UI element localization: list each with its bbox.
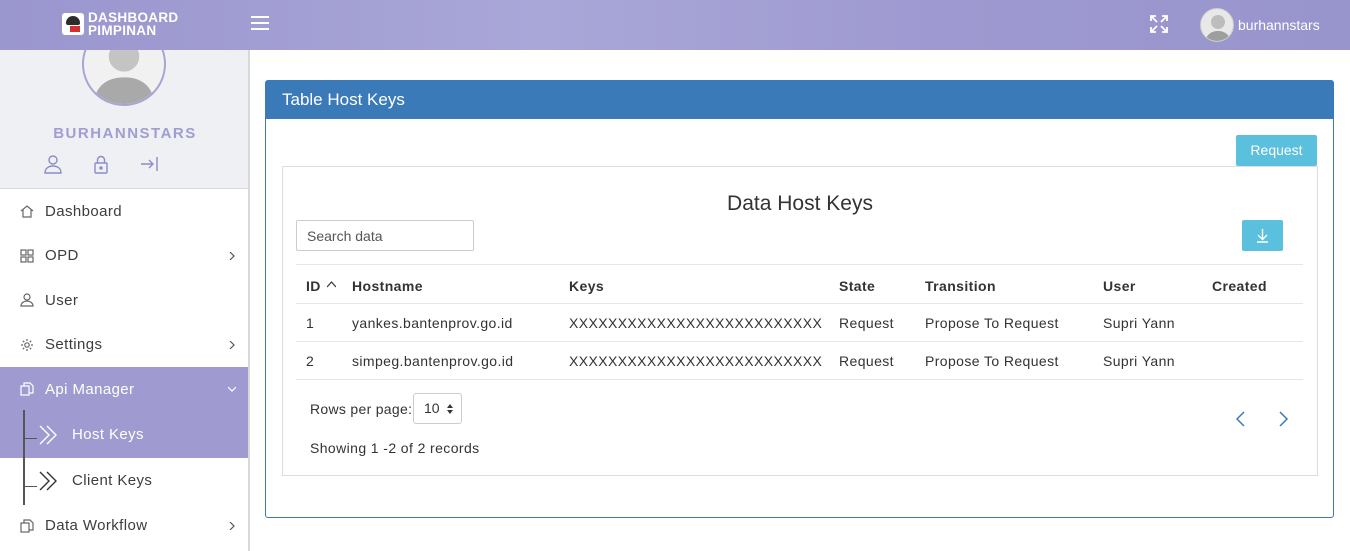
cell-transition: Propose To Request xyxy=(925,341,1103,380)
top-bar: DASHBOARD PIMPINAN burhannstars xyxy=(0,0,1350,50)
sidebar-item-dashboard[interactable]: Dashboard xyxy=(0,189,248,234)
download-button[interactable] xyxy=(1242,220,1283,251)
lock-icon[interactable] xyxy=(91,154,111,174)
sidebar-item-label: User xyxy=(45,291,79,309)
main-content: Table Host Keys Request Data Host Keys I… xyxy=(252,50,1350,551)
logo-icon xyxy=(62,13,84,35)
cell-keys: XXXXXXXXXXXXXXXXXXXXXXXXXX xyxy=(569,341,839,380)
user-menu[interactable]: burhannstars xyxy=(1200,8,1320,42)
cell-state: Request xyxy=(839,341,925,380)
table-row[interactable]: 1 yankes.bantenprov.go.id XXXXXXXXXXXXXX… xyxy=(296,303,1303,342)
sidebar-item-label: Dashboard xyxy=(45,202,122,220)
column-header-created[interactable]: Created xyxy=(1212,264,1303,304)
cell-hostname: simpeg.bantenprov.go.id xyxy=(352,341,569,380)
cell-hostname: yankes.bantenprov.go.id xyxy=(352,303,569,342)
table-row[interactable]: 2 simpeg.bantenprov.go.id XXXXXXXXXXXXXX… xyxy=(296,341,1303,380)
rows-per-page-value: 10 xyxy=(424,400,440,416)
cell-id: 1 xyxy=(296,303,352,342)
profile-panel: BURHANNSTARS xyxy=(0,50,248,189)
column-header-state[interactable]: State xyxy=(839,264,925,304)
sidebar-subitem-label: Client Keys xyxy=(72,472,153,489)
grid-icon xyxy=(20,249,34,263)
profile-user-icon[interactable] xyxy=(43,154,63,174)
chevron-down-icon xyxy=(228,386,236,393)
sidebar-subitem-client-keys[interactable]: Client Keys xyxy=(0,458,248,504)
copy-icon xyxy=(20,382,34,396)
column-header-transition[interactable]: Transition xyxy=(925,264,1103,304)
avatar xyxy=(1200,8,1234,42)
sidebar-item-label: Settings xyxy=(45,336,103,354)
user-icon xyxy=(20,293,34,307)
sidebar-menu: Dashboard OPD User Settings Api Manager … xyxy=(0,189,248,548)
column-header-user[interactable]: User xyxy=(1103,264,1212,304)
profile-name: BURHANNSTARS xyxy=(53,125,197,142)
tree-line xyxy=(23,410,25,505)
table-header-row: ID Hostname Keys State Transition User C… xyxy=(296,264,1303,304)
cell-keys: XXXXXXXXXXXXXXXXXXXXXXXXXX xyxy=(569,303,839,342)
host-keys-card: Table Host Keys Request Data Host Keys I… xyxy=(265,80,1334,518)
cell-created xyxy=(1212,341,1303,380)
records-summary: Showing 1 -2 of 2 records xyxy=(310,440,480,456)
chevron-left-icon[interactable] xyxy=(1234,411,1248,427)
rows-per-page-label: Rows per page: xyxy=(310,401,413,417)
cell-id: 2 xyxy=(296,341,352,380)
double-chevron-icon xyxy=(39,425,57,444)
sort-caret-icon xyxy=(447,404,453,414)
tree-branch xyxy=(23,486,37,487)
cell-transition: Propose To Request xyxy=(925,303,1103,342)
search-input[interactable] xyxy=(296,220,474,251)
rows-per-page-select[interactable]: 10 xyxy=(413,393,462,424)
panel-title: Data Host Keys xyxy=(727,192,873,215)
card-title: Table Host Keys xyxy=(266,81,1333,119)
sidebar-item-settings[interactable]: Settings xyxy=(0,323,248,368)
cell-created xyxy=(1212,303,1303,342)
download-icon xyxy=(1257,229,1268,243)
chevron-right-icon xyxy=(229,521,235,530)
sidebar-subitem-host-keys[interactable]: Host Keys xyxy=(0,411,248,458)
sidebar-item-label: Data Workflow xyxy=(45,517,148,535)
column-header-hostname[interactable]: Hostname xyxy=(352,264,569,304)
cell-state: Request xyxy=(839,303,925,342)
logo-line-2: PIMPINAN xyxy=(88,23,157,38)
profile-avatar xyxy=(82,50,166,106)
sidebar-item-label: OPD xyxy=(45,247,79,265)
home-icon xyxy=(20,205,34,218)
sidebar-subitem-label: Host Keys xyxy=(72,426,144,443)
username: burhannstars xyxy=(1238,17,1320,33)
logout-icon[interactable] xyxy=(139,154,159,174)
sidebar-item-user[interactable]: User xyxy=(0,278,248,323)
sidebar-item-data-workflow[interactable]: Data Workflow xyxy=(0,504,248,549)
chevron-right-icon[interactable] xyxy=(1276,411,1290,427)
sidebar-item-api-manager[interactable]: Api Manager xyxy=(0,367,248,412)
request-button[interactable]: Request xyxy=(1236,135,1317,166)
sidebar-item-label: Api Manager xyxy=(45,380,135,398)
copy-icon xyxy=(20,519,34,533)
sidebar-item-opd[interactable]: OPD xyxy=(0,234,248,279)
app-logo[interactable]: DASHBOARD PIMPINAN xyxy=(62,11,178,37)
fullscreen-icon[interactable] xyxy=(1149,14,1169,34)
column-header-id[interactable]: ID xyxy=(296,264,352,304)
tree-branch xyxy=(23,438,37,439)
double-chevron-icon xyxy=(39,471,57,490)
menu-toggle-icon[interactable] xyxy=(251,16,269,30)
gear-icon xyxy=(21,338,33,351)
chevron-right-icon xyxy=(229,251,235,260)
column-header-keys[interactable]: Keys xyxy=(569,264,839,304)
data-panel: Data Host Keys ID Hostname Keys State Tr… xyxy=(282,166,1318,476)
host-keys-table: ID Hostname Keys State Transition User C… xyxy=(296,264,1303,380)
cell-user: Supri Yann xyxy=(1103,303,1212,342)
cell-user: Supri Yann xyxy=(1103,341,1212,380)
sort-ascending-icon xyxy=(326,281,336,288)
sidebar: BURHANNSTARS Dashboard OPD User Settings xyxy=(0,50,250,551)
chevron-right-icon xyxy=(229,340,235,349)
